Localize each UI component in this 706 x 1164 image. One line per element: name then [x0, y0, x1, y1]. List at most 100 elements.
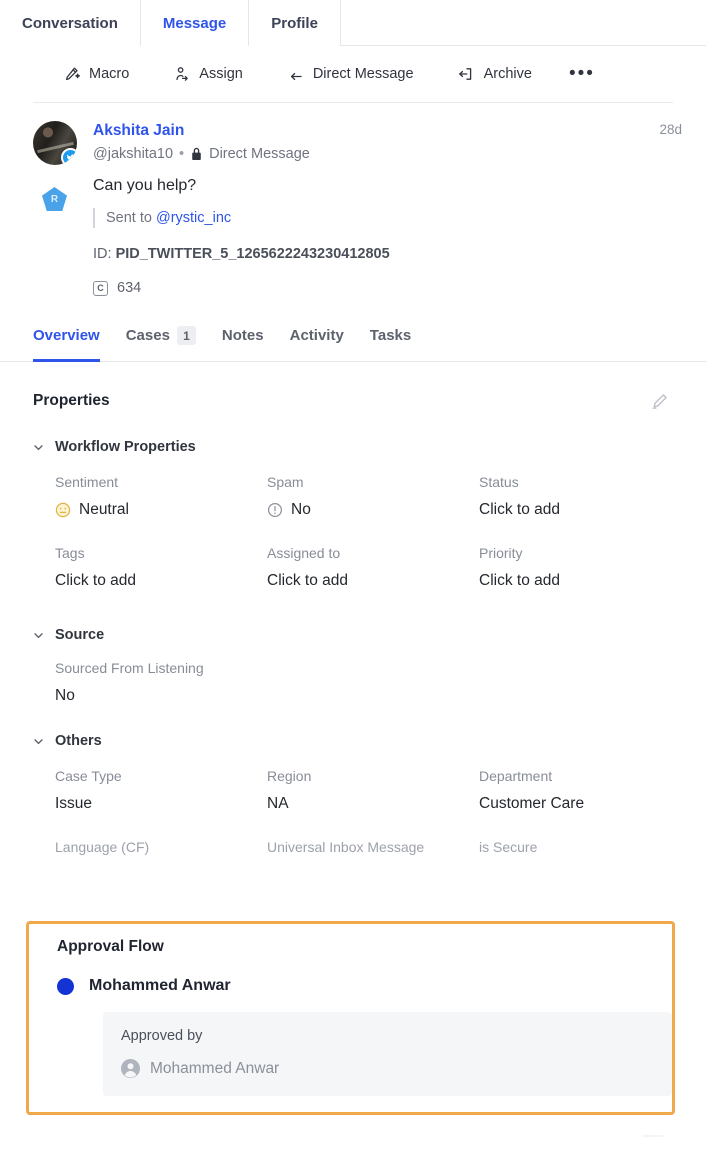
subtab-overview-label: Overview	[33, 327, 100, 344]
subtab-tasks-label: Tasks	[369, 327, 412, 344]
tab-message[interactable]: Message	[140, 0, 250, 47]
properties-header: Properties	[33, 388, 673, 414]
subtab-tasks[interactable]: Tasks	[370, 320, 411, 362]
field-priority-label: Priority	[479, 545, 523, 561]
field-spam: Spam No	[267, 473, 461, 544]
approval-flow-panel: Approval Flow Mohammed Anwar Approved by…	[26, 921, 675, 1115]
neutral-face-icon	[55, 502, 71, 518]
assign-label: Assign	[199, 66, 243, 82]
field-sentiment: Sentiment Neutral	[55, 473, 249, 544]
tab-bar-filler	[340, 0, 706, 46]
field-region: Region NA	[267, 767, 461, 838]
subtab-overview[interactable]: Overview	[33, 320, 100, 362]
subtab-activity[interactable]: Activity	[290, 320, 344, 362]
field-universal-inbox-message-label: Universal Inbox Message	[267, 839, 425, 855]
field-assigned-to-label: Assigned to	[267, 545, 341, 561]
character-count: C 634	[93, 280, 682, 296]
field-tags-value[interactable]: Click to add	[55, 571, 249, 591]
archive-icon	[458, 66, 475, 83]
macro-label: Macro	[89, 66, 130, 82]
field-is-secure: is Secure	[479, 838, 673, 880]
assign-user-icon	[173, 66, 190, 83]
subtab-cases[interactable]: Cases 1	[126, 320, 196, 362]
assign-button[interactable]: Assign	[162, 57, 254, 91]
tab-conversation[interactable]: Conversation	[0, 0, 141, 46]
field-department-value[interactable]: Customer Care	[479, 794, 673, 814]
field-region-value[interactable]: NA	[267, 794, 461, 814]
subtab-activity-label: Activity	[289, 327, 344, 344]
group-workflow-properties-header[interactable]: Workflow Properties	[33, 439, 673, 455]
approved-by-card: Approved by Mohammed Anwar	[103, 1012, 672, 1096]
message-meta: @jakshita10 • Direct Message	[93, 146, 682, 162]
field-sentiment-label: Sentiment	[55, 474, 119, 490]
field-language-cf-label: Language (CF)	[55, 839, 150, 855]
field-tags-label: Tags	[55, 545, 85, 561]
approved-by-label: Approved by	[121, 1028, 203, 1044]
field-sentiment-value[interactable]: Neutral	[55, 500, 249, 520]
tab-conversation-label: Conversation	[22, 14, 118, 32]
group-others-title: Others	[55, 733, 102, 749]
tab-profile[interactable]: Profile	[249, 0, 341, 46]
more-actions-button[interactable]: •••	[567, 59, 597, 89]
field-priority-value[interactable]: Click to add	[479, 571, 673, 591]
field-assigned-to-value[interactable]: Click to add	[267, 571, 461, 591]
approval-node-name: Mohammed Anwar	[89, 977, 231, 994]
message-timestamp: 28d	[659, 122, 682, 137]
field-case-type-value[interactable]: Issue	[55, 794, 249, 814]
field-universal-inbox-message: Universal Inbox Message	[267, 838, 461, 880]
group-others-header[interactable]: Others	[33, 733, 673, 749]
status-dot-icon	[57, 977, 74, 995]
message-id: ID: PID_TWITTER_5_1265622243230412805	[93, 246, 682, 262]
message-text: Can you help?	[93, 177, 197, 194]
message-id-label: ID:	[93, 246, 112, 262]
chevron-down-icon	[33, 630, 44, 641]
field-spam-value[interactable]: No	[267, 500, 461, 520]
source-fields: Sourced From Listening No	[33, 659, 673, 706]
group-workflow-properties: Workflow Properties Sentiment Neutral Sp…	[33, 439, 673, 615]
approval-flow-title: Approval Flow	[57, 938, 164, 955]
subtab-notes-label: Notes	[221, 327, 264, 344]
message-card: R Akshita Jain 28d @jakshita10 • Direct …	[0, 103, 706, 302]
approval-flow-node[interactable]: Mohammed Anwar	[29, 977, 672, 995]
field-language-cf: Language (CF)	[55, 838, 249, 880]
avatar[interactable]	[33, 121, 77, 165]
direct-message-button[interactable]: Direct Message	[276, 57, 425, 91]
approver-row: Mohammed Anwar	[121, 1059, 654, 1078]
subtab-notes[interactable]: Notes	[222, 320, 264, 362]
workflow-properties-grid: Sentiment Neutral Spam No Status Click t…	[33, 473, 673, 615]
group-source: Source Sourced From Listening No	[33, 627, 673, 706]
message-details-panel: Conversation Message Profile Macro Assig…	[0, 0, 706, 1164]
chevron-down-icon	[33, 442, 44, 453]
field-department: Department Customer Care	[479, 767, 673, 838]
field-status-value[interactable]: Click to add	[479, 500, 673, 520]
field-case-type-label: Case Type	[55, 768, 122, 784]
macro-button[interactable]: Macro	[52, 57, 140, 91]
tab-profile-label: Profile	[271, 14, 318, 32]
sub-tab-bar: Overview Cases 1 Notes Activity Tasks	[0, 320, 706, 362]
properties-section: Properties Workflow Properties Sentiment	[0, 362, 706, 880]
subtab-cases-label: Cases	[125, 327, 170, 344]
message-handle: @jakshita10	[93, 146, 174, 162]
field-sourced-from-listening-value[interactable]: No	[55, 686, 673, 706]
exclamation-circle-icon	[267, 502, 283, 518]
group-source-header[interactable]: Source	[33, 627, 673, 643]
message-id-value: PID_TWITTER_5_1265622243230412805	[115, 246, 390, 262]
chevron-down-icon	[33, 736, 44, 747]
archive-label: Archive	[483, 66, 532, 82]
character-count-value: 634	[117, 280, 142, 296]
field-department-label: Department	[479, 768, 553, 784]
pencil-edit-icon[interactable]	[647, 388, 673, 414]
message-author-name[interactable]: Akshita Jain	[93, 122, 184, 140]
action-toolbar: Macro Assign Direct Message Archive •••	[0, 46, 706, 102]
top-tab-bar: Conversation Message Profile	[0, 0, 706, 47]
archive-button[interactable]: Archive	[447, 57, 543, 91]
person-circle-icon	[121, 1059, 140, 1078]
others-grid: Case Type Issue Region NA Department Cus…	[33, 767, 673, 880]
sent-to-handle[interactable]: @rystic_inc	[156, 210, 231, 226]
meta-separator: •	[179, 146, 185, 162]
lock-icon	[190, 147, 203, 161]
field-status-label: Status	[479, 474, 519, 490]
field-spam-text: No	[291, 501, 311, 518]
group-workflow-properties-title: Workflow Properties	[55, 439, 196, 455]
field-case-type: Case Type Issue	[55, 767, 249, 838]
